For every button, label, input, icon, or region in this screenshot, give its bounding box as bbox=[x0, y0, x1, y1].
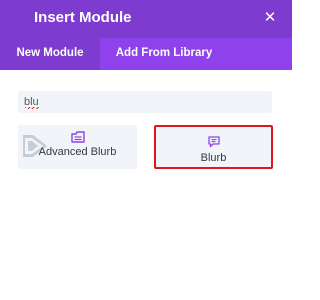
tab-new-module[interactable]: New Module bbox=[0, 38, 100, 70]
dialog-title: Insert Module bbox=[34, 9, 132, 26]
dialog-header: Insert Module ✕ bbox=[0, 0, 292, 38]
module-card-blurb[interactable]: Blurb bbox=[154, 125, 273, 169]
module-label: Blurb bbox=[200, 152, 227, 164]
tab-bar: New Module Add From Library bbox=[0, 38, 292, 70]
module-card-advanced-blurb[interactable]: Advanced Blurb bbox=[18, 125, 137, 169]
spellcheck-underline bbox=[25, 107, 40, 109]
module-label: Advanced Blurb bbox=[38, 146, 117, 158]
close-icon[interactable]: ✕ bbox=[262, 9, 278, 27]
tab-add-from-library[interactable]: Add From Library bbox=[100, 38, 228, 70]
advanced-blurb-icon bbox=[70, 131, 85, 143]
search-input[interactable] bbox=[18, 91, 272, 113]
insert-module-dialog: Insert Module ✕ New Module Add From Libr… bbox=[0, 0, 292, 300]
blurb-icon bbox=[207, 136, 220, 148]
